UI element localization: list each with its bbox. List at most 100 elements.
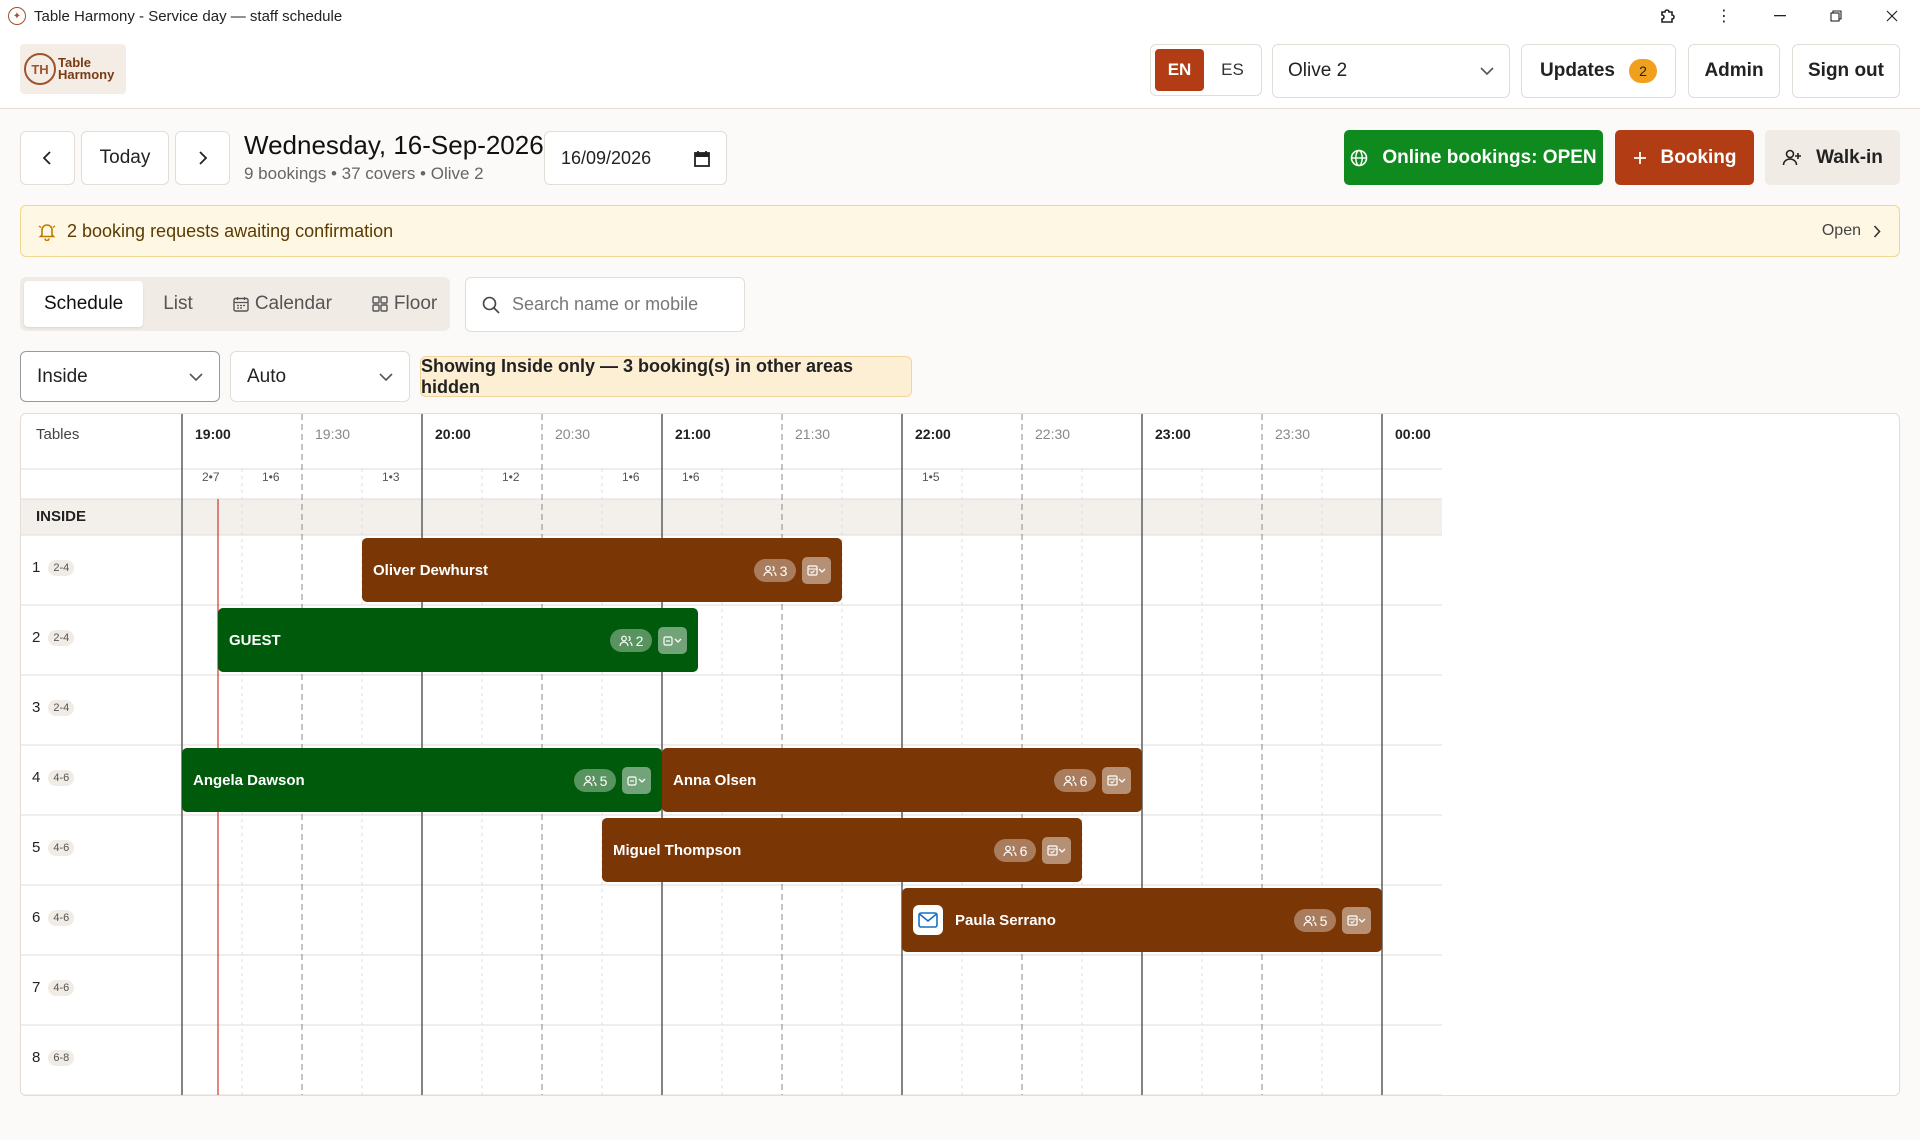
logo[interactable]: TH Table Harmony — [20, 44, 126, 94]
table-number: 3 — [32, 699, 41, 716]
table-number: 5 — [32, 839, 41, 856]
party-size-count: 6 — [1019, 842, 1028, 859]
area-select-value: Inside — [37, 365, 88, 387]
table-capacity: 6-8 — [48, 1049, 75, 1066]
booking-status-menu-icon[interactable] — [1102, 767, 1131, 794]
people-icon — [1302, 915, 1317, 927]
today-button[interactable]: Today — [81, 131, 169, 185]
party-size-badge: 6 — [994, 839, 1036, 862]
next-day-button[interactable] — [175, 131, 230, 185]
booking-block[interactable]: Paula Serrano 5 — [902, 888, 1382, 952]
search-icon — [482, 296, 500, 314]
updates-label: Updates — [1540, 60, 1615, 81]
booking-block[interactable]: Angela Dawson 5 — [182, 748, 662, 812]
booking-guest-name: Angela Dawson — [193, 771, 305, 789]
slot-cover-count: 1•3 — [382, 470, 400, 484]
logo-text-2: Harmony — [58, 67, 115, 82]
calendar-icon[interactable] — [694, 150, 710, 167]
booking-status-menu-icon[interactable] — [1342, 907, 1371, 934]
tab-calendar[interactable]: Calendar — [213, 281, 352, 327]
booking-block[interactable]: Miguel Thompson 6 — [602, 818, 1082, 882]
booking-status-menu-icon[interactable] — [658, 627, 687, 654]
restore-button[interactable] — [1808, 0, 1864, 32]
search-input[interactable] — [512, 294, 722, 315]
booking-status-menu-icon[interactable] — [622, 767, 651, 794]
date-picker-input[interactable]: 16/09/2026 — [544, 131, 727, 185]
updates-count-badge: 2 — [1628, 59, 1657, 83]
party-size-count: 6 — [1079, 772, 1088, 789]
open-requests-link[interactable]: Open — [1822, 206, 1881, 256]
table-number: 1 — [32, 559, 41, 576]
tab-schedule-label: Schedule — [44, 293, 124, 314]
party-size-count: 2 — [635, 632, 644, 649]
chevron-down-icon — [189, 372, 203, 381]
extensions-icon[interactable] — [1640, 0, 1696, 32]
party-size-badge: 6 — [1054, 769, 1096, 792]
date-title: Wednesday, 16-Sep-2026 — [244, 130, 544, 160]
tables-column-header: Tables — [36, 426, 80, 443]
table-number: 7 — [32, 979, 41, 996]
plus-icon — [1633, 151, 1646, 164]
chevron-down-icon — [379, 372, 393, 381]
mode-select[interactable]: Auto — [230, 351, 410, 402]
globe-icon — [1351, 149, 1368, 166]
walk-in-button[interactable]: Walk-in — [1765, 130, 1900, 185]
tab-list-label: List — [163, 293, 193, 314]
people-icon — [1062, 775, 1077, 787]
chevron-left-icon — [43, 151, 51, 165]
window-titlebar: ✦ Table Harmony - Service day — staff sc… — [0, 0, 1920, 32]
half-hour-label: 22:30 — [1035, 426, 1071, 442]
sign-out-button[interactable]: Sign out — [1792, 44, 1900, 98]
table-capacity: 4-6 — [48, 769, 75, 786]
hour-label: 00:00 — [1395, 426, 1431, 442]
email-icon — [913, 905, 943, 935]
venue-select[interactable]: Olive 2 — [1272, 44, 1510, 98]
tab-schedule[interactable]: Schedule — [24, 281, 144, 327]
updates-button[interactable]: Updates 2 — [1521, 44, 1676, 98]
booking-guest-name: Anna Olsen — [673, 771, 757, 789]
party-size-count: 5 — [1319, 912, 1328, 929]
hour-label: 22:00 — [915, 426, 951, 442]
app-header: TH Table Harmony EN ES Olive 2 Updates 2 … — [0, 32, 1920, 109]
schedule-grid: Tables INSIDE 19:00 20:00 21:00 22:00 23:00 0… — [20, 413, 1900, 1096]
add-user-icon — [1782, 149, 1802, 165]
hour-label: 20:00 — [435, 426, 471, 442]
table-row-label: 1 2-4 — [32, 559, 75, 576]
admin-button[interactable]: Admin — [1688, 44, 1780, 98]
slot-cover-count: 2•7 — [202, 470, 220, 484]
table-number: 4 — [32, 769, 41, 786]
slot-cover-count: 1•6 — [682, 470, 700, 484]
date-picker-value: 16/09/2026 — [561, 147, 652, 168]
booking-block[interactable]: Oliver Dewhurst 3 — [362, 538, 842, 602]
party-size-badge: 5 — [1294, 909, 1336, 932]
booking-block[interactable]: GUEST 2 — [218, 608, 698, 672]
hour-label: 21:00 — [675, 426, 711, 442]
people-icon — [582, 775, 597, 787]
previous-day-button[interactable] — [20, 131, 75, 185]
new-booking-label: Booking — [1660, 146, 1737, 168]
minimize-button[interactable] — [1752, 0, 1808, 32]
hour-label: 19:00 — [195, 426, 231, 442]
tab-list[interactable]: List — [143, 281, 213, 327]
date-summary: 9 bookings • 37 covers • Olive 2 — [244, 164, 484, 183]
slot-cover-count: 1•6 — [262, 470, 280, 484]
lang-en-button[interactable]: EN — [1155, 49, 1204, 91]
bell-icon — [38, 224, 56, 241]
section-label-inside: INSIDE — [36, 508, 87, 525]
tab-floor-label: Floor — [393, 293, 438, 314]
party-size-badge: 5 — [574, 769, 616, 792]
chevron-right-icon — [1873, 224, 1881, 238]
lang-es-button[interactable]: ES — [1208, 49, 1257, 91]
booking-status-menu-icon[interactable] — [1042, 837, 1071, 864]
table-capacity: 2-4 — [48, 559, 75, 576]
table-row-label: 5 4-6 — [32, 839, 75, 856]
booking-status-menu-icon[interactable] — [802, 557, 831, 584]
close-button[interactable] — [1864, 0, 1920, 32]
area-select[interactable]: Inside — [20, 351, 220, 402]
new-booking-button[interactable]: Booking — [1615, 130, 1754, 185]
more-options-icon[interactable]: ⋮ — [1696, 0, 1752, 32]
tab-floor[interactable]: Floor — [352, 281, 457, 327]
booking-block[interactable]: Anna Olsen 6 — [662, 748, 1142, 812]
party-size-count: 3 — [779, 562, 788, 579]
online-bookings-button[interactable]: Online bookings: OPEN — [1344, 130, 1603, 185]
